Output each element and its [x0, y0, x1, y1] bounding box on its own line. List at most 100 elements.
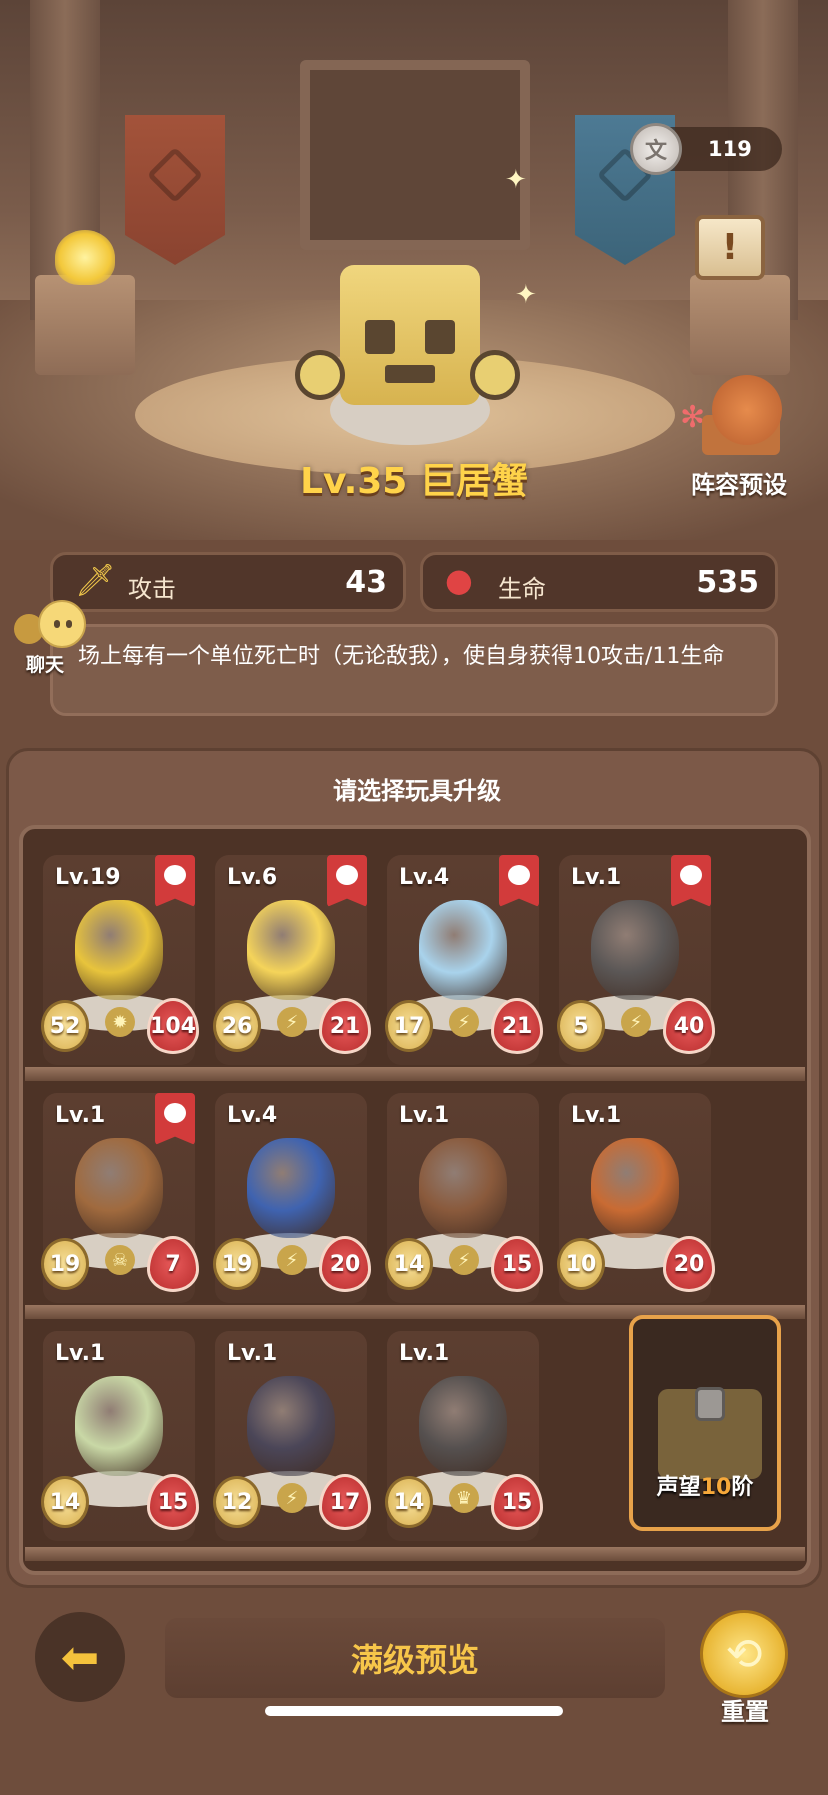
boar-icon [712, 375, 782, 445]
paw-tag-icon [155, 1093, 195, 1145]
attack-value: 43 [345, 565, 387, 600]
hero-figure[interactable] [295, 235, 525, 450]
banner-red [125, 115, 225, 265]
reset-button[interactable]: ⟲ 重置 [690, 1610, 800, 1730]
scene-doorway [300, 60, 530, 250]
toy-attack: 10 [557, 1238, 605, 1290]
toy-health: 104 [147, 998, 199, 1054]
toy-attack: 19 [213, 1238, 261, 1290]
toy-figure [419, 900, 507, 1000]
preview-label: 满级预览 [350, 1641, 479, 1679]
toy-figure [247, 900, 335, 1000]
toy-figure [75, 900, 163, 1000]
back-button[interactable]: ⬅ [35, 1612, 125, 1702]
toy-figure [75, 1376, 163, 1476]
toy-card[interactable]: Lv.19 ✹ 52 104 [41, 855, 199, 1065]
toy-level: Lv.4 [227, 1103, 278, 1128]
skill-description: 场上每有一个单位死亡时（无论敌我），使自身获得10攻击/11生命 [78, 644, 725, 669]
lightning-icon: ⚡ [449, 1245, 479, 1275]
toy-attack: 17 [385, 1000, 433, 1052]
toy-health: 15 [147, 1474, 199, 1530]
toy-attack: 14 [385, 1238, 433, 1290]
toy-grid: 声望10阶 Lv.19 ✹ 52 104 Lv.6 ⚡ 26 21 Lv.4 ⚡ 17 21 Lv.1 ⚡… [19, 825, 811, 1575]
toy-attack: 52 [41, 1000, 89, 1052]
panel-title: 请选择玩具升级 [333, 777, 501, 805]
max-level-preview-button[interactable]: 满级预览 [165, 1618, 665, 1698]
reset-icon: ⟲ [700, 1610, 788, 1698]
toy-attack: 14 [41, 1476, 89, 1528]
toy-health: 21 [491, 998, 543, 1054]
toy-health: 20 [663, 1236, 715, 1292]
flame-icon [55, 230, 115, 285]
sword-icon: 🗡 [75, 561, 116, 599]
toy-figure [591, 1138, 679, 1238]
toy-level: Lv.1 [55, 1341, 106, 1366]
ghost-icon [38, 600, 86, 648]
lineup-preset-button[interactable]: ✻ 阵容预设 [680, 370, 798, 500]
requirement-suffix: 阶 [731, 1475, 754, 1500]
currency-display: 文 119 [630, 123, 782, 175]
requirement-prefix: 声望 [656, 1475, 701, 1500]
crown-icon: ♛ [449, 1483, 479, 1513]
toy-figure [75, 1138, 163, 1238]
back-arrow-icon: ⬅ [60, 1630, 100, 1684]
toy-card[interactable]: Lv.4 ⚡ 17 21 [385, 855, 543, 1065]
toy-card[interactable]: Lv.6 ⚡ 26 21 [213, 855, 371, 1065]
toy-card[interactable]: Lv.1 ⚡ 5 40 [557, 855, 715, 1065]
lightning-icon: ⚡ [277, 1007, 307, 1037]
paw-tag-icon [327, 855, 367, 907]
toy-card[interactable]: Lv.1 ☠ 19 7 [41, 1093, 199, 1303]
chat-button[interactable]: 聊天 [14, 600, 86, 680]
chat-label: 聊天 [26, 654, 65, 676]
health-value: 535 [696, 565, 759, 600]
notice-scroll-icon[interactable]: ! [695, 215, 765, 280]
sparkle-icon: ✦ [515, 280, 537, 310]
flame-icon: ✹ [105, 1007, 135, 1037]
requirement-rank: 10 [700, 1475, 732, 1500]
locked-toy-slot[interactable]: 声望10阶 [629, 1315, 781, 1531]
toy-health: 40 [663, 998, 715, 1054]
attack-stat: 🗡 攻击 43 [50, 552, 406, 612]
toy-health: 15 [491, 1236, 543, 1292]
lightning-icon: ⚡ [621, 1007, 651, 1037]
plinth-left [35, 275, 135, 375]
health-label: 生命 [498, 575, 546, 603]
skull-icon: ☠ [105, 1245, 135, 1275]
health-stat: ● 生命 535 [420, 552, 778, 612]
toy-figure [591, 900, 679, 1000]
lightning-icon: ⚡ [277, 1483, 307, 1513]
home-indicator[interactable] [265, 1706, 563, 1716]
toy-card[interactable]: Lv.1 ⚡ 12 17 [213, 1331, 371, 1541]
battle-scene: ✦ ✦ Lv.35 巨居蟹 文 119 ! ✻ 阵容预设 [0, 0, 828, 540]
toy-card[interactable]: Lv.1 ♛ 14 15 [385, 1331, 543, 1541]
currency-value: 119 [708, 137, 752, 161]
sparkle-icon: ✦ [505, 165, 527, 195]
toy-level: Lv.4 [399, 865, 450, 890]
lightning-icon: ⚡ [449, 1007, 479, 1037]
toy-level: Lv.1 [571, 865, 622, 890]
toy-figure [247, 1376, 335, 1476]
toy-card[interactable]: Lv.1 14 15 [41, 1331, 199, 1541]
attack-label: 攻击 [128, 575, 176, 603]
toy-level: Lv.1 [55, 1103, 106, 1128]
toy-health: 17 [319, 1474, 371, 1530]
plinth-right [690, 275, 790, 375]
toy-level: Lv.19 [55, 865, 121, 890]
paw-tag-icon [671, 855, 711, 907]
toy-card[interactable]: Lv.1 ⚡ 14 15 [385, 1093, 543, 1303]
footer-bar: ⬅ 满级预览 ⟲ 重置 [0, 1588, 828, 1795]
blood-drop-icon: ● [445, 561, 473, 599]
toy-attack: 14 [385, 1476, 433, 1528]
toy-figure [247, 1138, 335, 1238]
hero-stats: 🗡 攻击 43 ● 生命 535 [0, 540, 828, 720]
stone-coin-icon: 文 [630, 123, 682, 175]
toy-level: Lv.1 [571, 1103, 622, 1128]
toy-figure [419, 1138, 507, 1238]
toy-card[interactable]: Lv.4 ⚡ 19 20 [213, 1093, 371, 1303]
lightning-icon: ⚡ [277, 1245, 307, 1275]
shelf-divider [25, 1067, 805, 1081]
toy-attack: 19 [41, 1238, 89, 1290]
toy-health: 20 [319, 1236, 371, 1292]
toy-health: 21 [319, 998, 371, 1054]
toy-card[interactable]: Lv.1 10 20 [557, 1093, 715, 1303]
